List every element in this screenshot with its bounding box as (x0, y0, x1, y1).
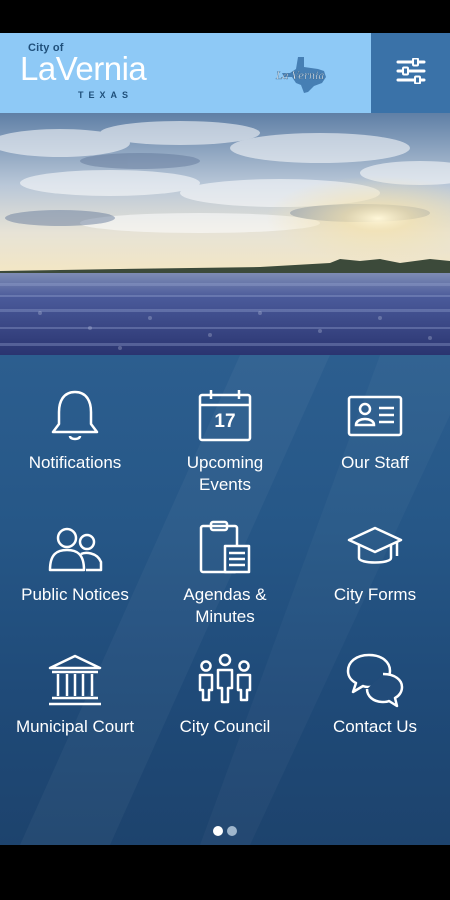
tile-our-staff[interactable]: Our Staff (300, 388, 450, 520)
sliders-icon (396, 57, 426, 89)
tile-municipal-court[interactable]: Municipal Court (0, 652, 150, 784)
status-bar (0, 0, 450, 33)
bell-icon (47, 388, 103, 448)
chat-bubbles-icon (345, 652, 405, 712)
tile-city-council[interactable]: City Council (150, 652, 300, 784)
page-dot[interactable] (227, 826, 237, 836)
tile-label: Municipal Court (15, 717, 135, 736)
id-card-icon (347, 388, 403, 448)
clipboard-icon (196, 520, 254, 580)
council-icon (195, 652, 255, 712)
tile-label: City Council (179, 717, 271, 736)
city-logo: City of LaVernia TEXAS (20, 41, 180, 103)
svg-text:La Vernia: La Vernia (275, 71, 324, 82)
people-icon (45, 520, 105, 580)
tile-contact-us[interactable]: Contact Us (300, 652, 450, 784)
hero-banner (0, 113, 450, 355)
dashboard-grid: Notifications 17 Upcoming Events Our Sta… (0, 355, 450, 845)
logo-state: TEXAS (78, 90, 134, 100)
tile-upcoming-events[interactable]: 17 Upcoming Events (150, 388, 300, 520)
navigation-bar (0, 845, 450, 900)
graduation-cap-icon (345, 520, 405, 580)
courthouse-icon (46, 652, 104, 712)
page-dot-active[interactable] (213, 826, 223, 836)
tile-label: Upcoming Events (186, 453, 264, 494)
page-indicator[interactable] (0, 826, 450, 840)
bluebonnet-field-photo (0, 113, 450, 355)
menu-button[interactable] (371, 33, 450, 113)
tile-label: Agendas & Minutes (183, 585, 267, 626)
calendar-day: 17 (214, 411, 236, 432)
tile-notifications[interactable]: Notifications (0, 388, 150, 520)
tile-label: Our Staff (341, 453, 409, 472)
tile-city-forms[interactable]: City Forms (300, 520, 450, 652)
logo-name: LaVernia (20, 50, 147, 87)
tile-agendas-minutes[interactable]: Agendas & Minutes (150, 520, 300, 652)
tile-label: Notifications (28, 453, 122, 472)
tile-label: Contact Us (332, 717, 418, 736)
tile-public-notices[interactable]: Public Notices (0, 520, 150, 652)
tile-label: Public Notices (21, 585, 129, 604)
texas-badge-logo: La Vernia (268, 55, 332, 95)
tile-label: City Forms (333, 585, 417, 604)
